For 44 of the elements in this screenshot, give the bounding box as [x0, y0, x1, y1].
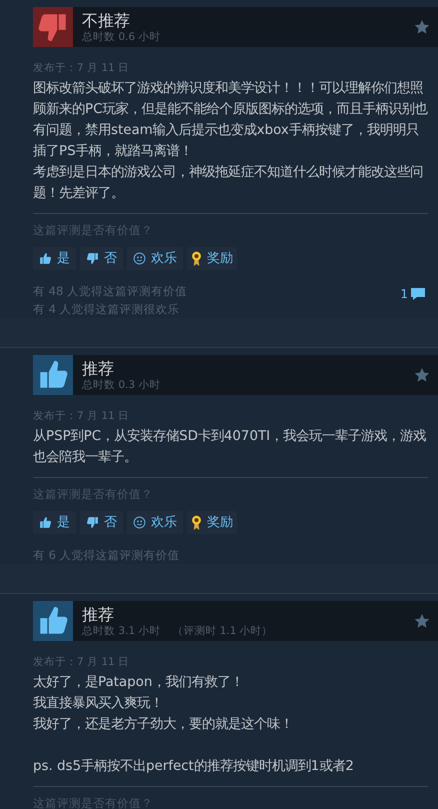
no-vote-button[interactable]: 否 — [80, 247, 123, 270]
review-verdict: 推荐 — [82, 358, 115, 378]
thumbs-down-icon — [33, 7, 73, 47]
speech-bubble-icon — [410, 287, 426, 301]
playtime-at-review: （评测时 1.1 小时） — [172, 624, 273, 638]
review-text: 我直接暴风买入爽玩！ — [33, 694, 164, 713]
posted-date: 发布于：7 月 11 日 — [33, 61, 130, 75]
funny-vote-button[interactable]: 欢乐 — [127, 511, 183, 534]
review-text: 考虑到是日本的游戏公司，神级拖延症不知道什么时候才能改这些问题！先差评了。 — [33, 164, 424, 203]
helpful-count: 有 48 人觉得这篇评测有价值 — [33, 283, 187, 300]
posted-date: 发布于：7 月 11 日 — [33, 409, 130, 423]
thumbs-down-icon — [86, 516, 99, 529]
playtime: 总时数 0.6 小时 — [82, 30, 160, 44]
comment-count[interactable]: 1 — [400, 285, 426, 303]
review-verdict: 推荐 — [82, 604, 115, 624]
review-text: ps. ds5手柄按不出perfect的推荐按键时机调到1或者2 — [33, 758, 355, 776]
smiley-icon — [133, 252, 146, 265]
award-vote-button[interactable]: 奖励 — [187, 247, 237, 270]
star-icon[interactable] — [414, 367, 430, 383]
review-verdict: 不推荐 — [82, 10, 131, 30]
no-vote-button[interactable]: 否 — [80, 511, 123, 534]
thumbs-up-icon — [39, 252, 52, 265]
funny-vote-button[interactable]: 欢乐 — [127, 247, 183, 270]
yes-vote-button[interactable]: 是 — [33, 247, 76, 270]
review-text: 我好了，还是老方子劲大，要的就是这个味！ — [33, 716, 294, 734]
star-icon[interactable] — [414, 19, 430, 35]
star-icon[interactable] — [414, 613, 430, 629]
review-text: 图标改箭头破坏了游戏的辨识度和美学设计！！！可以理解你们想照顾新来的PC玩家，但是能不能给个原版图标的选项，而且手柄识别也有问题，禁用steam输入后提示也变成xbox手柄按键了，我明明只插了PS手柄，就踏马离谱！ — [33, 80, 428, 161]
playtime: 总时数 3.1 小时 — [82, 624, 160, 638]
review-text: 太好了，是Patapon，我们有救了！ — [33, 674, 244, 692]
helpful-count: 有 4 人觉得这篇评测很欢乐 — [33, 301, 181, 318]
award-icon — [191, 515, 202, 530]
yes-vote-button[interactable]: 是 — [33, 511, 76, 534]
thumbs-up-icon — [33, 601, 73, 641]
award-icon — [191, 251, 202, 266]
thumbs-up-icon — [33, 355, 73, 395]
review-text: 从PSP到PC，从安装存储SD卡到4070TI，我会玩一辈子游戏，游戏也会陪我一辈子。 — [33, 428, 428, 467]
helpful-count: 有 6 人觉得这篇评测有价值 — [33, 547, 180, 564]
smiley-icon — [133, 516, 146, 529]
posted-date: 发布于：7 月 11 日 — [33, 655, 130, 669]
thumbs-up-icon — [39, 516, 52, 529]
playtime: 总时数 0.3 小时 — [82, 378, 160, 392]
award-vote-button[interactable]: 奖励 — [187, 511, 237, 534]
thumbs-down-icon — [86, 252, 99, 265]
